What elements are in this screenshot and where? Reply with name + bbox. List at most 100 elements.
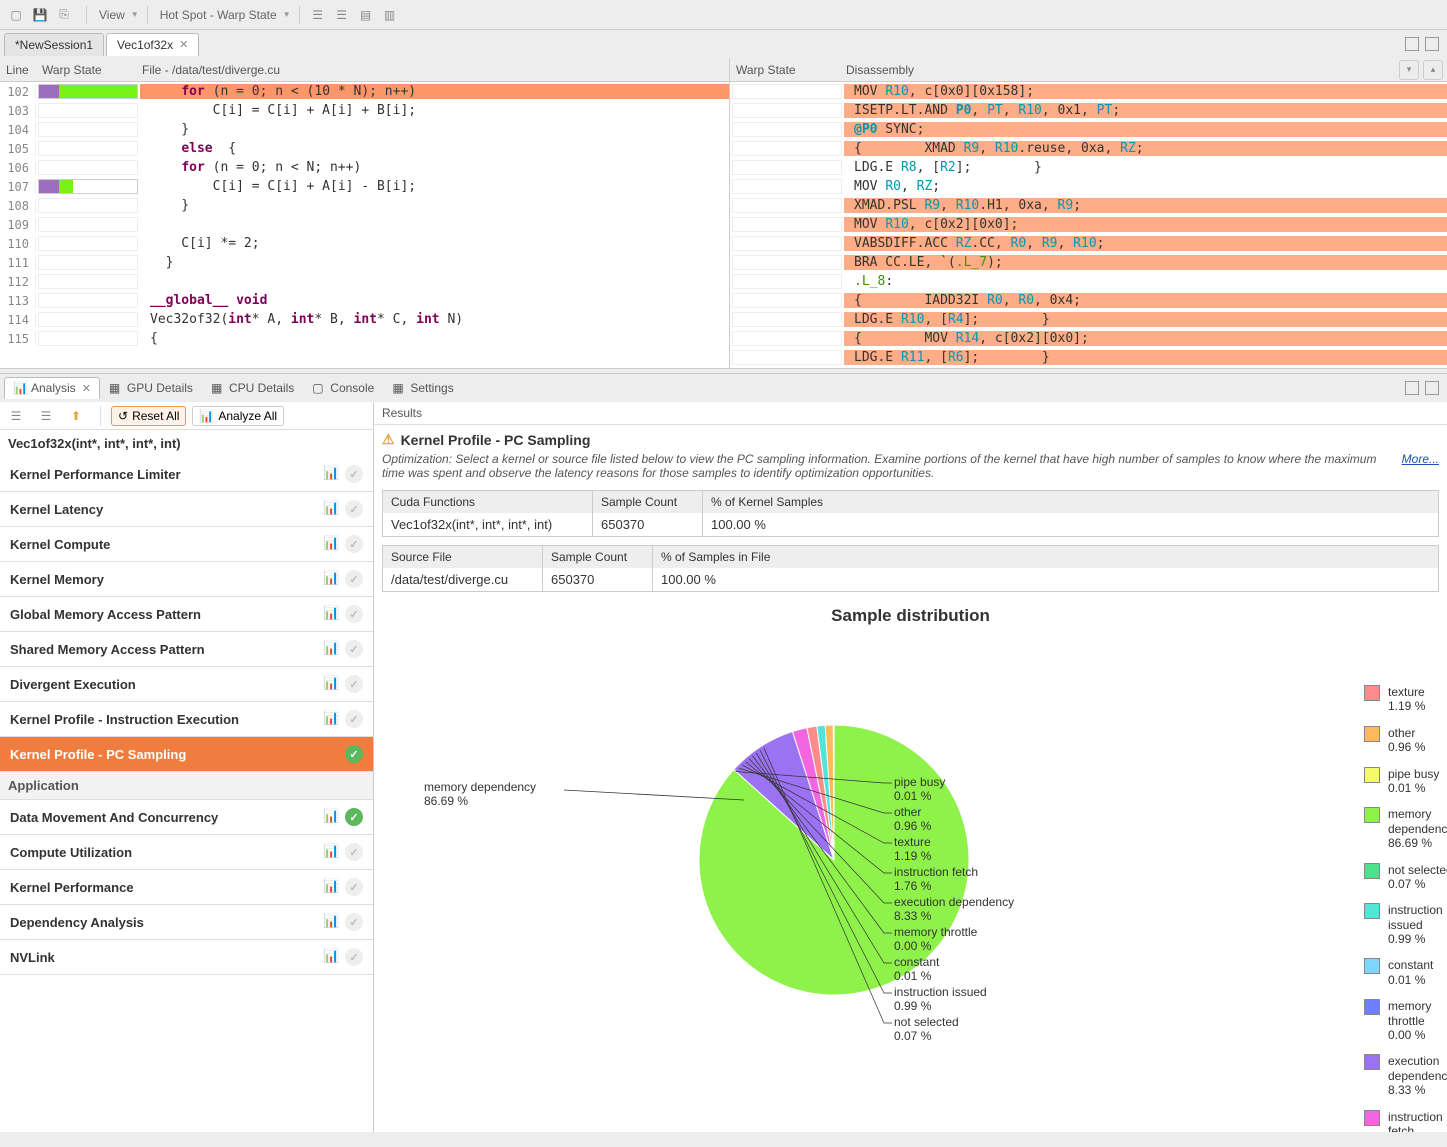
source-line[interactable]: 102 for (n = 0; n < (10 * N); n++): [0, 82, 729, 101]
chevron-down-icon[interactable]: ▾: [1399, 60, 1419, 80]
results-description: Optimization: Select a kernel or source …: [374, 450, 1447, 486]
asm-line[interactable]: ISETP.LT.AND P0, PT, R10, 0x1, PT;: [730, 101, 1447, 120]
source-line[interactable]: 110 C[i] *= 2;: [0, 234, 729, 253]
analysis-item[interactable]: Kernel Latency📊✓: [0, 492, 373, 527]
source-line[interactable]: 105 else {: [0, 139, 729, 158]
save-icon[interactable]: 💾: [30, 5, 50, 25]
col-line: Line: [0, 63, 36, 77]
source-line[interactable]: 115{: [0, 329, 729, 348]
asm-line[interactable]: @P0 SYNC;: [730, 120, 1447, 139]
asm-line[interactable]: VABSDIFF.ACC RZ.CC, R0, R9, R10;: [730, 234, 1447, 253]
pie-callout: instruction fetch1.76 %: [894, 865, 978, 894]
chart-icon[interactable]: 📊: [323, 500, 339, 516]
analysis-item[interactable]: Dependency Analysis📊✓: [0, 905, 373, 940]
chart-icon[interactable]: 📊: [323, 675, 339, 691]
asm-line[interactable]: .L_8:: [730, 272, 1447, 291]
asm-line[interactable]: LDG.E R11, [R6]; }: [730, 348, 1447, 367]
analysis-item[interactable]: Shared Memory Access Pattern📊✓: [0, 632, 373, 667]
asm-line[interactable]: LDG.E R8, [R2]; }: [730, 158, 1447, 177]
analysis-item[interactable]: Global Memory Access Pattern📊✓: [0, 597, 373, 632]
analysis-item[interactable]: Kernel Profile - PC Sampling✓: [0, 737, 373, 772]
cpu-icon: ▦: [211, 381, 225, 395]
tool-icon-4[interactable]: ▥: [380, 5, 400, 25]
reset-icon: ↺: [118, 409, 128, 423]
source-line[interactable]: 107 C[i] = C[i] + A[i] - B[i];: [0, 177, 729, 196]
source-line[interactable]: 109: [0, 215, 729, 234]
asm-line[interactable]: XMAD.PSL R9, R10.H1, 0xa, R9;: [730, 196, 1447, 215]
list-icon[interactable]: ☰: [6, 406, 26, 426]
chart-icon[interactable]: 📊: [323, 948, 339, 964]
tool-icon-3[interactable]: ▤: [356, 5, 376, 25]
main-toolbar: ▢ 💾 ⎘ View▼ Hot Spot - Warp State▼ ☰ ☰ ▤…: [0, 0, 1447, 30]
analysis-item[interactable]: Kernel Profile - Instruction Execution📊✓: [0, 702, 373, 737]
chart-icon[interactable]: 📊: [323, 710, 339, 726]
source-body[interactable]: 102 for (n = 0; n < (10 * N); n++)103 C[…: [0, 82, 729, 368]
chart-icon[interactable]: 📊: [323, 808, 339, 824]
table-row[interactable]: /data/test/diverge.cu 650370 100.00 %: [383, 568, 1438, 591]
minimize-icon[interactable]: [1405, 381, 1419, 395]
source-line[interactable]: 112: [0, 272, 729, 291]
tab-label: *NewSession1: [15, 38, 93, 52]
source-line[interactable]: 114Vec32of32(int* A, int* B, int* C, int…: [0, 310, 729, 329]
tab-new-session[interactable]: *NewSession1: [4, 33, 104, 56]
up-icon[interactable]: ⬆: [66, 406, 86, 426]
asm-line[interactable]: MOV R10, c[0x0][0x158];: [730, 82, 1447, 101]
editor-panes: Line Warp State File - /data/test/diverg…: [0, 58, 1447, 368]
close-icon[interactable]: ✕: [179, 38, 188, 51]
analysis-item[interactable]: Kernel Memory📊✓: [0, 562, 373, 597]
analysis-item[interactable]: Data Movement And Concurrency📊✓: [0, 800, 373, 835]
analysis-item[interactable]: Compute Utilization📊✓: [0, 835, 373, 870]
asm-line[interactable]: { IADD32I R0, R0, 0x4;: [730, 291, 1447, 310]
analyze-all-button[interactable]: 📊Analyze All: [192, 406, 284, 426]
asm-line[interactable]: MOV R10, c[0x2][0x0];: [730, 215, 1447, 234]
source-line[interactable]: 106 for (n = 0; n < N; n++): [0, 158, 729, 177]
tree-icon[interactable]: ☰: [36, 406, 56, 426]
chart-icon[interactable]: 📊: [323, 843, 339, 859]
disassembly-panel: Warp State Disassembly ▾ ▴ MOV R10, c[0x…: [730, 58, 1447, 368]
asm-line[interactable]: { MOV R14, c[0x2][0x0];: [730, 329, 1447, 348]
tab-console[interactable]: ▢Console: [303, 377, 383, 399]
tool-icon-1[interactable]: ☰: [308, 5, 328, 25]
maximize-icon[interactable]: [1425, 37, 1439, 51]
tool-icon-2[interactable]: ☰: [332, 5, 352, 25]
source-line[interactable]: 108 }: [0, 196, 729, 215]
chart-icon[interactable]: 📊: [323, 535, 339, 551]
maximize-icon[interactable]: [1425, 381, 1439, 395]
asm-line[interactable]: { XMAD R9, R10.reuse, 0xa, RZ;: [730, 139, 1447, 158]
tab-vec1of32x[interactable]: Vec1of32x ✕: [106, 33, 199, 56]
chart-icon[interactable]: 📊: [323, 913, 339, 929]
more-link[interactable]: More...: [1402, 452, 1439, 480]
tab-analysis[interactable]: 📊 Analysis ✕: [4, 377, 100, 399]
tab-gpu-details[interactable]: ▦GPU Details: [100, 377, 202, 399]
analysis-item[interactable]: Kernel Performance Limiter📊✓: [0, 457, 373, 492]
chart-icon[interactable]: 📊: [323, 878, 339, 894]
asm-line[interactable]: LDG.E R10, [R4]; }: [730, 310, 1447, 329]
source-line[interactable]: 103 C[i] = C[i] + A[i] + B[i];: [0, 101, 729, 120]
minimize-icon[interactable]: [1405, 37, 1419, 51]
tab-settings[interactable]: ▦Settings: [383, 377, 462, 399]
chevron-up-icon[interactable]: ▴: [1423, 60, 1443, 80]
status-icon: ✓: [345, 948, 363, 966]
analysis-item[interactable]: NVLink📊✓: [0, 940, 373, 975]
tab-cpu-details[interactable]: ▦CPU Details: [202, 377, 303, 399]
reset-all-button[interactable]: ↺Reset All: [111, 406, 186, 426]
chart-icon[interactable]: 📊: [323, 570, 339, 586]
chart-icon[interactable]: 📊: [323, 465, 339, 481]
source-line[interactable]: 111 }: [0, 253, 729, 272]
new-icon[interactable]: ▢: [6, 5, 26, 25]
table-row[interactable]: Vec1of32x(int*, int*, int*, int) 650370 …: [383, 513, 1438, 536]
analysis-item[interactable]: Divergent Execution📊✓: [0, 667, 373, 702]
source-line[interactable]: 104 }: [0, 120, 729, 139]
asm-line[interactable]: BRA CC.LE, `(.L_7);: [730, 253, 1447, 272]
asm-line[interactable]: MOV R0, RZ;: [730, 177, 1447, 196]
save-all-icon[interactable]: ⎘: [54, 5, 74, 25]
source-line[interactable]: 113__global__ void: [0, 291, 729, 310]
analysis-item[interactable]: Kernel Compute📊✓: [0, 527, 373, 562]
chart-icon[interactable]: 📊: [323, 640, 339, 656]
asm-body[interactable]: MOV R10, c[0x0][0x158];ISETP.LT.AND P0, …: [730, 82, 1447, 368]
view-menu[interactable]: View: [95, 8, 129, 22]
chart-icon[interactable]: 📊: [323, 605, 339, 621]
close-icon[interactable]: ✕: [82, 382, 91, 395]
hotspot-menu[interactable]: Hot Spot - Warp State: [156, 8, 281, 22]
analysis-item[interactable]: Kernel Performance📊✓: [0, 870, 373, 905]
